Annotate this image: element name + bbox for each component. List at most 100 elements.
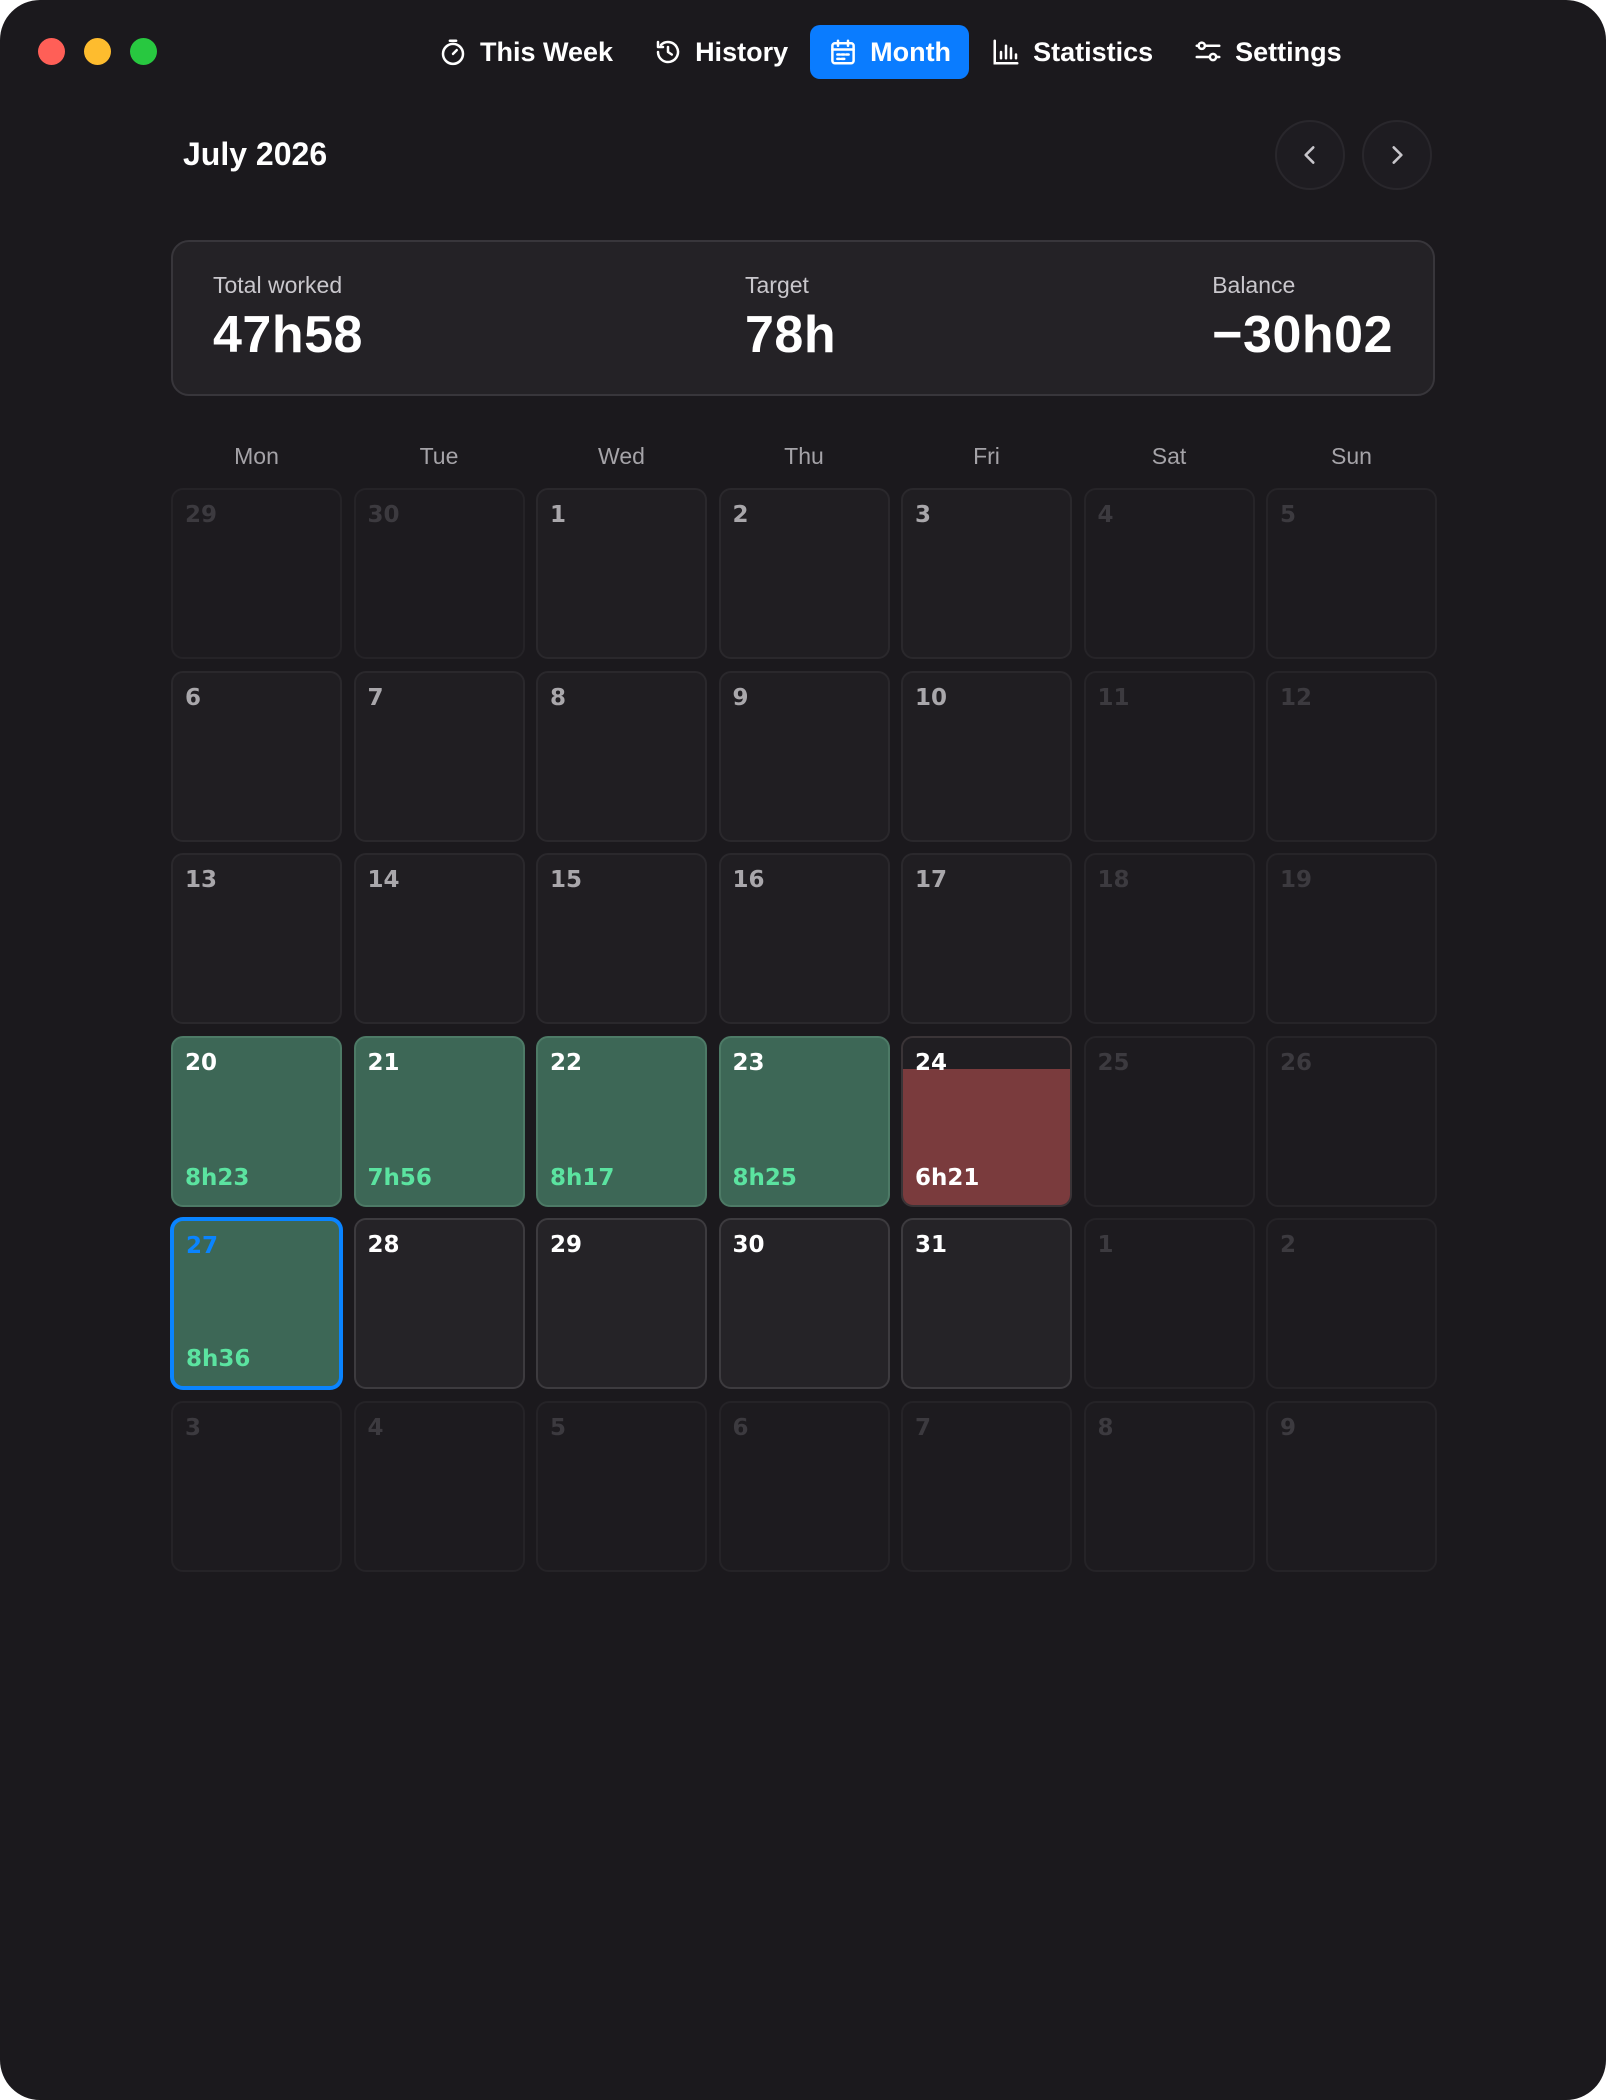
calendar-day[interactable]: 2 [718, 488, 890, 659]
day-number: 8 [1097, 1414, 1114, 1441]
calendar-day[interactable]: 20 8h23 [171, 1035, 342, 1207]
calendar-day[interactable]: 10 [901, 670, 1072, 842]
weekday-label: Wed [598, 443, 645, 469]
chevron-left-icon [1304, 146, 1315, 164]
calendar-day[interactable]: 12 [1266, 670, 1437, 842]
day-number: 9 [732, 684, 749, 711]
weekday-label: Sat [1151, 443, 1187, 469]
day-number: 3 [915, 502, 932, 528]
tab-statistics[interactable]: Statistics [973, 25, 1171, 79]
calendar-day[interactable]: 14 [353, 853, 525, 1024]
calendar-day[interactable]: 19 [1266, 853, 1437, 1024]
calendar-day[interactable]: 7 [901, 1400, 1072, 1572]
calendar-day[interactable]: 4 [1083, 488, 1255, 659]
tab-month-label: Month [870, 36, 952, 67]
tab-history-label: History [695, 36, 789, 67]
calendar-day[interactable]: 29 [171, 488, 342, 659]
calendar-day[interactable]: 1 [1083, 1218, 1255, 1389]
day-number: 15 [550, 867, 583, 893]
calendar-day[interactable]: 28 [353, 1218, 525, 1389]
day-number: 13 [185, 867, 218, 893]
calendar-day[interactable]: 4 [353, 1400, 525, 1572]
calendar-day[interactable]: 8 [1083, 1400, 1255, 1572]
day-number: 2 [1280, 1232, 1297, 1258]
calendar-day[interactable]: 21 7h56 [353, 1035, 525, 1207]
top-navigation: This Week History Month Statistics Setti… [420, 25, 1364, 79]
calendar-day[interactable]: 5 [1266, 488, 1437, 659]
calendar-day[interactable]: 24 6h21 [901, 1035, 1072, 1207]
calendar-day[interactable]: 23 8h25 [718, 1035, 890, 1207]
day-hours-worked: 8h23 [185, 1164, 250, 1191]
calendar-day[interactable]: 6 [171, 670, 342, 842]
day-number: 17 [915, 867, 948, 893]
calendar-day[interactable]: 6 [718, 1400, 890, 1572]
day-number: 1 [1097, 1232, 1114, 1258]
minimize-window-button[interactable] [84, 38, 111, 65]
previous-month-button[interactable] [1275, 120, 1345, 190]
calendar-day[interactable]: 18 [1083, 853, 1255, 1024]
calendar-day[interactable]: 17 [901, 853, 1072, 1024]
day-number: 2 [732, 502, 749, 528]
calendar-day[interactable]: 8 [536, 670, 707, 842]
calendar-day[interactable]: 26 [1266, 1035, 1437, 1207]
calendar-day[interactable]: 16 [718, 853, 890, 1024]
calendar-day[interactable]: 30 [718, 1218, 890, 1389]
calendar-day-today[interactable]: 27 8h36 [171, 1218, 342, 1389]
tab-this-week[interactable]: This Week [420, 25, 631, 79]
calendar-day[interactable]: 25 [1083, 1035, 1255, 1207]
calendar-day[interactable]: 13 [171, 853, 342, 1024]
day-number: 1 [550, 502, 567, 528]
day-number: 20 [185, 1049, 218, 1076]
day-number: 29 [185, 502, 218, 528]
tab-statistics-label: Statistics [1033, 36, 1154, 67]
calendar-day[interactable]: 7 [353, 670, 525, 842]
app-window: This Week History Month Statistics Setti… [0, 0, 1606, 2100]
total-worked-label: Total worked [213, 272, 343, 298]
day-number: 23 [732, 1049, 765, 1076]
day-number: 6 [185, 684, 202, 711]
day-number: 12 [1280, 684, 1313, 711]
target-value: 78h [745, 306, 837, 364]
tab-month[interactable]: Month [810, 25, 970, 79]
calendar-day[interactable]: 1 [536, 488, 707, 659]
calendar-day[interactable]: 31 [901, 1218, 1072, 1389]
weekday-label: Tue [419, 443, 459, 469]
calendar-day[interactable]: 29 [536, 1218, 707, 1389]
total-worked-stat: Total worked 47h58 [213, 272, 363, 365]
day-number: 4 [367, 1414, 384, 1441]
day-number: 3 [185, 1414, 202, 1441]
day-number: 29 [550, 1232, 583, 1258]
calendar-day[interactable]: 2 [1266, 1218, 1437, 1389]
day-hours-worked: 8h36 [186, 1346, 251, 1372]
balance-stat: Balance −30h02 [1212, 272, 1393, 365]
weekday-label: Mon [234, 443, 279, 469]
calendar-day[interactable]: 3 [901, 488, 1072, 659]
calendar-day[interactable]: 15 [536, 853, 707, 1024]
tab-this-week-label: This Week [480, 36, 614, 67]
calendar-day[interactable]: 9 [1266, 1400, 1437, 1572]
day-number: 18 [1097, 867, 1130, 893]
day-hours-worked: 7h56 [367, 1164, 432, 1191]
close-window-button[interactable] [38, 38, 65, 65]
calendar-day[interactable]: 9 [718, 670, 890, 842]
calendar-day[interactable]: 5 [536, 1400, 707, 1572]
calendar-day[interactable]: 30 [353, 488, 525, 659]
next-month-button[interactable] [1362, 120, 1432, 190]
day-number: 14 [367, 867, 400, 893]
zoom-window-button[interactable] [130, 38, 157, 65]
calendar-day[interactable]: 3 [171, 1400, 342, 1572]
calendar-day[interactable]: 11 [1083, 670, 1255, 842]
bar-chart-icon [993, 39, 1019, 65]
weekday-label: Sun [1331, 443, 1372, 469]
day-number: 28 [367, 1232, 400, 1258]
calendar-day[interactable]: 22 8h17 [536, 1035, 707, 1207]
calendar-icon [831, 39, 855, 65]
day-number: 31 [915, 1232, 948, 1258]
day-number: 27 [186, 1233, 219, 1259]
day-hours-worked: 6h21 [915, 1164, 980, 1191]
tab-history[interactable]: History [635, 25, 806, 79]
day-hours-worked: 8h25 [732, 1164, 797, 1191]
day-number: 11 [1097, 684, 1130, 711]
window-controls [38, 38, 157, 65]
tab-settings[interactable]: Settings [1175, 25, 1360, 79]
